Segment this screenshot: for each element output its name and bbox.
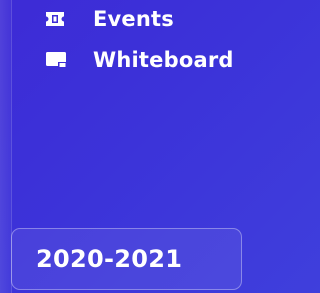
academic-year-label: 2020-2021 [36,245,183,273]
ticket-icon [45,9,71,29]
sidebar-item-whiteboard[interactable]: Whiteboard [45,42,245,78]
sidebar-item-label: Whiteboard [93,47,234,72]
whiteboard-icon [45,50,71,70]
sidebar-item-events[interactable]: Events [45,1,245,37]
academic-year-selector[interactable]: 2020-2021 [11,228,242,290]
sidebar-item-label: Events [93,6,174,31]
